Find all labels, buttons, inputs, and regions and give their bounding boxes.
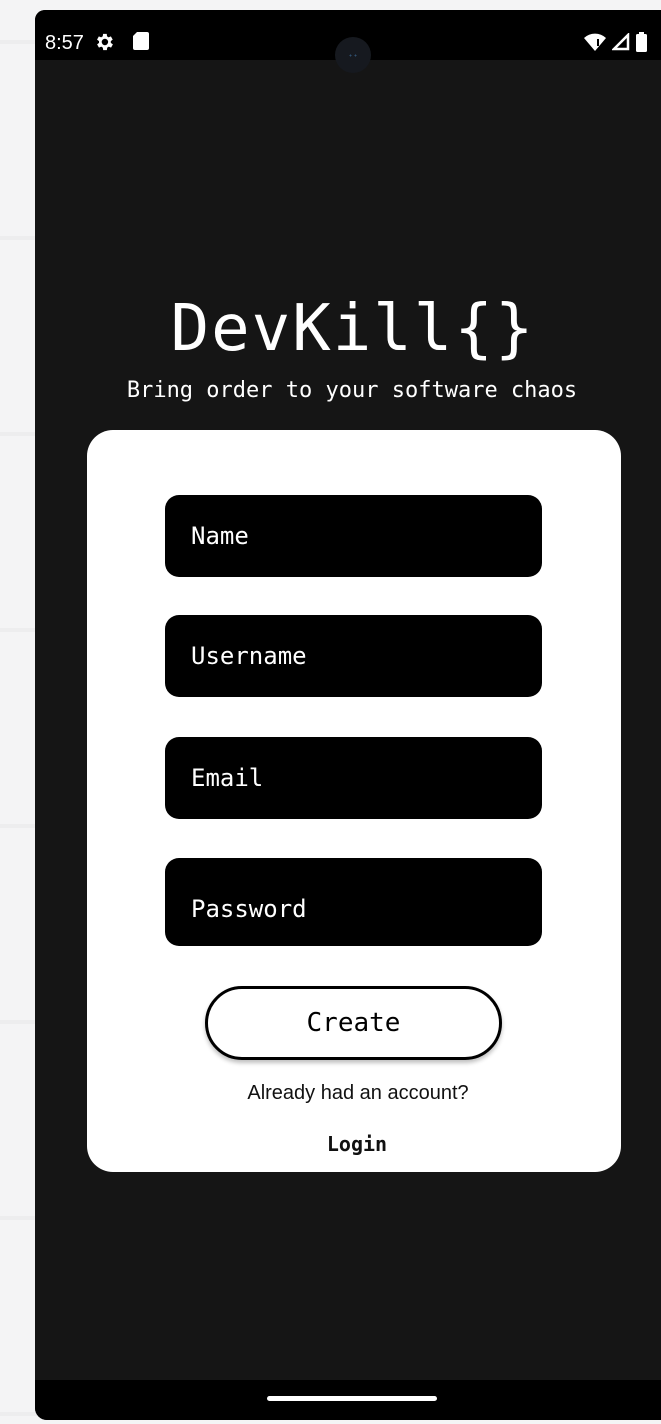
battery-icon [636,32,647,52]
signup-card: Name Username Email Password Create Alre… [87,430,621,1172]
signal-icon [612,33,630,51]
username-field[interactable]: Username [165,615,542,697]
phone-screen: 8:57 DevKill{} Bring order to your softw… [35,10,661,1420]
gear-icon [97,33,113,51]
already-have-account-text: Already had an account? [247,1082,469,1104]
front-camera [335,37,371,73]
navigation-bar [35,1380,661,1420]
sd-card-icon [133,32,149,50]
system-icons [584,32,647,52]
wifi-icon [584,33,606,51]
password-field[interactable]: Password [165,858,542,946]
create-button[interactable]: Create [205,986,502,1060]
app-tagline: Bring order to your software chaos [126,378,578,403]
name-placeholder: Name [191,522,249,550]
email-field[interactable]: Email [165,737,542,819]
app-title: DevKill{} [170,292,536,366]
status-time: 8:57 [45,32,84,54]
email-placeholder: Email [191,764,264,792]
username-placeholder: Username [191,642,307,670]
login-link[interactable]: Login [87,1132,621,1156]
name-field[interactable]: Name [165,495,542,577]
password-placeholder: Password [191,895,307,923]
status-bar: 8:57 [35,10,661,73]
home-indicator[interactable] [267,1396,437,1401]
